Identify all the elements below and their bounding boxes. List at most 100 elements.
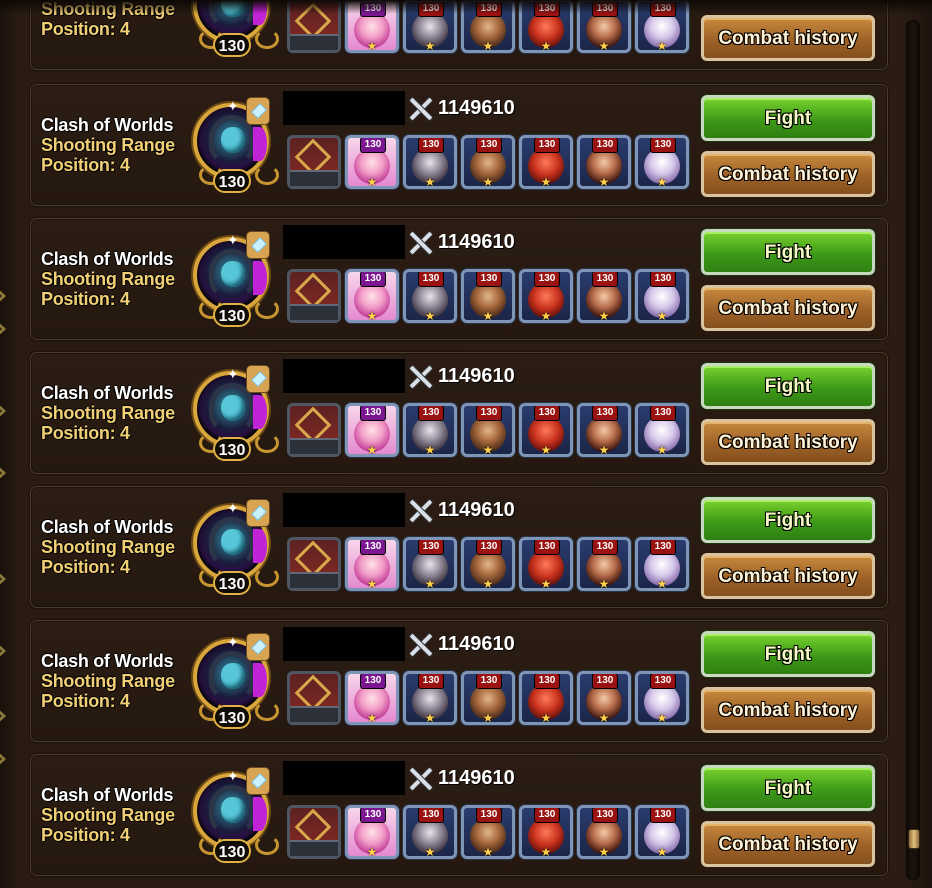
combat-history-button[interactable]: Combat history bbox=[701, 821, 875, 867]
star-icon: ★ bbox=[540, 175, 552, 189]
hero-portrait[interactable]: 130 ★ bbox=[519, 805, 573, 859]
fight-button[interactable]: Fight bbox=[701, 631, 875, 677]
hero-level-badge: 130 bbox=[650, 406, 676, 421]
mode-title: Clash of Worlds bbox=[41, 115, 174, 135]
crossed-swords-icon bbox=[405, 629, 435, 659]
star-icon: ★ bbox=[540, 711, 552, 725]
pet-portrait[interactable]: 130 ★ bbox=[345, 135, 399, 189]
fight-button[interactable]: Fight bbox=[701, 229, 875, 275]
pet-portrait[interactable]: 130 ★ bbox=[345, 805, 399, 859]
avatar-face bbox=[221, 797, 245, 823]
pet-emblem-icon[interactable] bbox=[287, 403, 341, 457]
redacted-player-name bbox=[283, 761, 405, 795]
opponents-list: Clash of Worlds Shooting Range Position:… bbox=[0, 0, 932, 888]
hero-portrait[interactable]: 130 ★ bbox=[635, 403, 689, 457]
team-power: 1149610 bbox=[438, 499, 515, 521]
pet-portrait[interactable]: 130 ★ bbox=[345, 269, 399, 323]
hero-portrait[interactable]: 130 ★ bbox=[461, 805, 515, 859]
laurel-right-icon bbox=[255, 701, 279, 721]
side-arrow-icon bbox=[0, 318, 6, 340]
hero-portrait[interactable]: 130 ★ bbox=[403, 537, 457, 591]
hero-portrait[interactable]: 130 ★ bbox=[519, 269, 573, 323]
side-arrow-icon bbox=[0, 462, 6, 484]
hero-level-badge: 130 bbox=[592, 138, 618, 153]
pet-portrait[interactable]: 130 ★ bbox=[345, 537, 399, 591]
star-icon: ★ bbox=[598, 175, 610, 189]
hero-level-badge: 130 bbox=[592, 674, 618, 689]
pet-emblem-icon[interactable] bbox=[287, 269, 341, 323]
hero-level-badge: 130 bbox=[534, 540, 560, 555]
combat-history-button[interactable]: Combat history bbox=[701, 285, 875, 331]
hero-portrait[interactable]: 130 ★ bbox=[577, 269, 631, 323]
mode-title: Clash of Worlds bbox=[41, 785, 174, 805]
hero-level-badge: 130 bbox=[360, 540, 386, 555]
team-power: 1149610 bbox=[438, 633, 515, 655]
hero-portrait[interactable]: 130 ★ bbox=[461, 537, 515, 591]
hero-level-badge: 130 bbox=[534, 138, 560, 153]
laurel-right-icon bbox=[255, 165, 279, 185]
star-icon: ★ bbox=[656, 577, 668, 591]
combat-history-button[interactable]: Combat history bbox=[701, 687, 875, 733]
avatar-level-badge: 130 bbox=[213, 169, 251, 193]
hero-level-badge: 130 bbox=[592, 272, 618, 287]
hero-portrait[interactable]: 130 ★ bbox=[403, 269, 457, 323]
combat-history-button[interactable]: Combat history bbox=[701, 553, 875, 599]
hero-portrait[interactable]: 130 ★ bbox=[519, 671, 573, 725]
arena-name: Shooting Range bbox=[41, 805, 175, 825]
hero-portrait[interactable]: 130 ★ bbox=[403, 135, 457, 189]
fight-button[interactable]: Fight bbox=[701, 497, 875, 543]
crossed-swords-icon bbox=[405, 93, 435, 123]
pet-emblem-icon[interactable] bbox=[287, 135, 341, 189]
pet-emblem-icon[interactable] bbox=[287, 805, 341, 859]
position-label: Position: 4 bbox=[41, 423, 130, 443]
hero-portrait[interactable]: 130 ★ bbox=[635, 805, 689, 859]
star-icon: ★ bbox=[598, 845, 610, 859]
sparkle-icon: ✦ bbox=[227, 634, 239, 650]
hero-portrait[interactable]: 130 ★ bbox=[403, 403, 457, 457]
combat-history-button[interactable]: Combat history bbox=[701, 151, 875, 197]
combat-history-button[interactable]: Combat history bbox=[701, 419, 875, 465]
fight-button[interactable]: Fight bbox=[701, 765, 875, 811]
hero-portrait[interactable]: 130 ★ bbox=[635, 269, 689, 323]
hero-portrait[interactable]: 130 ★ bbox=[577, 671, 631, 725]
scrollbar[interactable] bbox=[906, 20, 920, 880]
star-icon: ★ bbox=[598, 711, 610, 725]
hero-level-badge: 130 bbox=[360, 808, 386, 823]
hero-level-badge: 130 bbox=[592, 406, 618, 421]
hero-portrait[interactable]: 130 ★ bbox=[403, 805, 457, 859]
position-label: Position: 4 bbox=[41, 289, 130, 309]
hero-portrait[interactable]: 130 ★ bbox=[635, 537, 689, 591]
pet-emblem-icon[interactable] bbox=[287, 537, 341, 591]
star-icon: ★ bbox=[540, 443, 552, 457]
hero-level-badge: 130 bbox=[476, 138, 502, 153]
hero-portrait[interactable]: 130 ★ bbox=[461, 403, 515, 457]
hero-portrait[interactable]: 130 ★ bbox=[577, 403, 631, 457]
star-icon: ★ bbox=[366, 711, 378, 725]
hero-portrait[interactable]: 130 ★ bbox=[461, 269, 515, 323]
combat-history-button[interactable]: Combat history bbox=[701, 15, 875, 61]
crossed-swords-icon bbox=[405, 361, 435, 391]
opponent-info: Clash of Worlds Shooting Range Position:… bbox=[41, 785, 175, 845]
scrollbar-thumb[interactable] bbox=[908, 828, 920, 849]
pet-portrait[interactable]: 130 ★ bbox=[345, 671, 399, 725]
avatar-level-badge: 130 bbox=[213, 839, 251, 863]
side-arrow-icon bbox=[0, 568, 6, 590]
hero-level-badge: 130 bbox=[650, 674, 676, 689]
fight-button[interactable]: Fight bbox=[701, 95, 875, 141]
hero-portrait[interactable]: 130 ★ bbox=[577, 805, 631, 859]
hero-portrait[interactable]: 130 ★ bbox=[461, 135, 515, 189]
hero-portrait[interactable]: 130 ★ bbox=[519, 403, 573, 457]
avatar-face bbox=[221, 261, 245, 287]
hero-portrait[interactable]: 130 ★ bbox=[635, 671, 689, 725]
pet-emblem-icon[interactable] bbox=[287, 671, 341, 725]
pet-portrait[interactable]: 130 ★ bbox=[345, 403, 399, 457]
fight-button[interactable]: Fight bbox=[701, 363, 875, 409]
hero-portrait[interactable]: 130 ★ bbox=[461, 671, 515, 725]
hero-portrait[interactable]: 130 ★ bbox=[403, 671, 457, 725]
redacted-player-name bbox=[283, 493, 405, 527]
hero-portrait[interactable]: 130 ★ bbox=[519, 537, 573, 591]
hero-portrait[interactable]: 130 ★ bbox=[577, 135, 631, 189]
hero-portrait[interactable]: 130 ★ bbox=[635, 135, 689, 189]
hero-portrait[interactable]: 130 ★ bbox=[519, 135, 573, 189]
hero-portrait[interactable]: 130 ★ bbox=[577, 537, 631, 591]
